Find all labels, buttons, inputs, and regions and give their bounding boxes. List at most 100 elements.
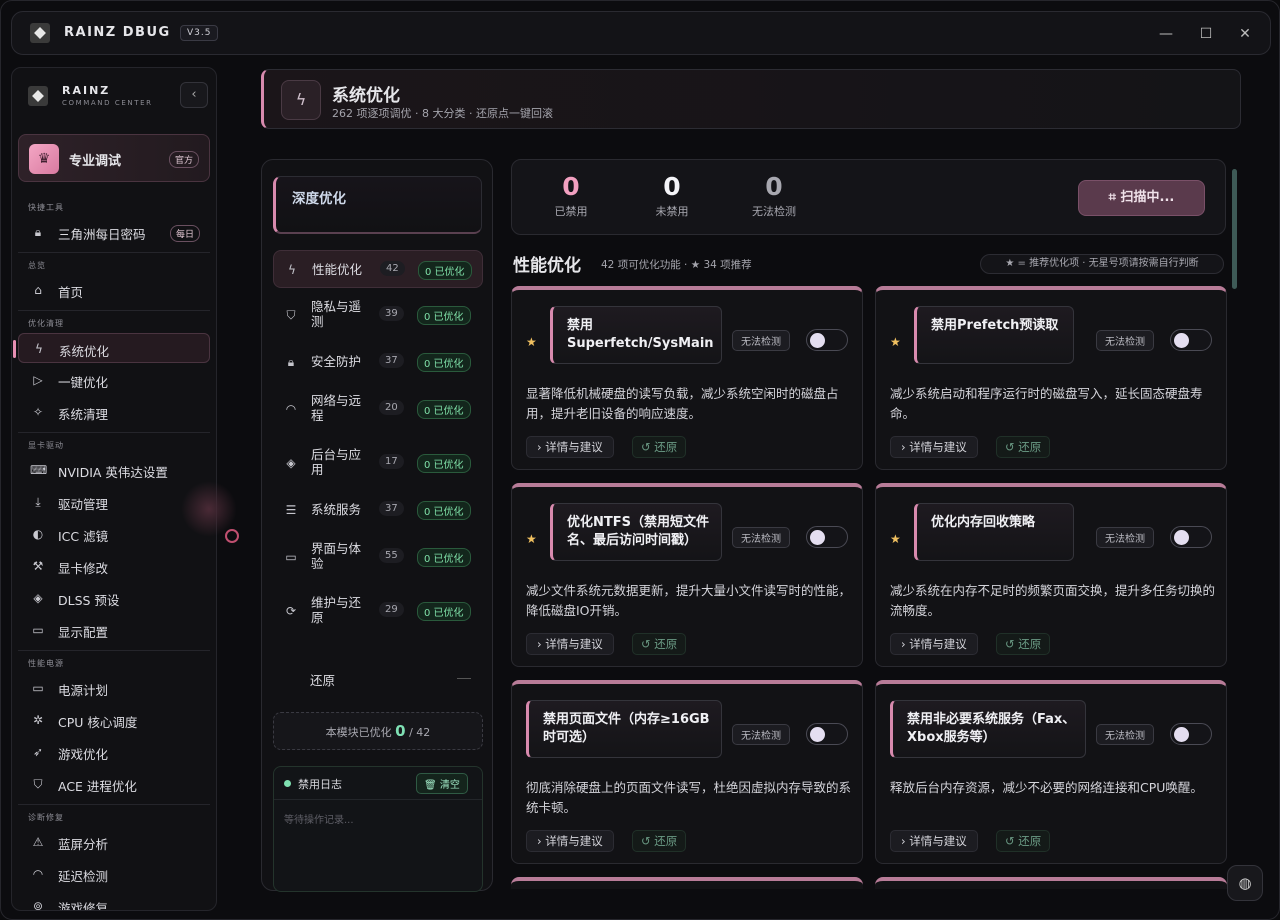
sidebar-item-label: 延迟检测 — [58, 869, 109, 884]
cpu-icon: ✲ — [32, 713, 44, 727]
restore-button[interactable]: ↺ 还原 — [632, 436, 687, 458]
details-button[interactable]: › 详情与建议 — [526, 830, 614, 852]
option-title: 禁用非必要系统服务（Fax、Xbox服务等） — [890, 700, 1086, 758]
option-title: 禁用 Superfetch/SysMain — [550, 306, 722, 364]
details-button[interactable]: › 详情与建议 — [526, 633, 614, 655]
sidebar-item-home[interactable]: ⌂ 首页 — [18, 275, 210, 305]
sidebar-item-label: ACE 进程优化 — [58, 779, 137, 794]
undo-icon: ↺ — [1005, 637, 1015, 651]
chevron-right-icon: › — [901, 637, 906, 651]
sidebar-item-cpu-sched[interactable]: ✲ CPU 核心调度 — [18, 705, 210, 735]
undo-icon: ↺ — [1005, 440, 1015, 454]
module-summary: 本模块已优化 0 / 42 — [273, 712, 483, 750]
sparkle-icon: ✧ — [32, 405, 44, 419]
title-bar: RAINZ DBUG V3.5 — ☐ ✕ — [11, 11, 1271, 55]
restore-button[interactable]: ↺ 还原 — [996, 436, 1051, 458]
sidebar-item-label: DLSS 预设 — [58, 593, 120, 608]
sidebar-item-bsod[interactable]: ⚠ 蓝屏分析 — [18, 827, 210, 857]
section-power: 性能电源 — [28, 659, 64, 668]
category-item-services[interactable]: ☰ 系统服务 37 0 已优化 — [273, 491, 483, 529]
theme-palette-button[interactable]: ◍ — [1227, 865, 1263, 901]
option-toggle[interactable] — [806, 329, 848, 351]
category-item-ui[interactable]: ▭ 界面与体验 55 0 已优化 — [273, 538, 483, 576]
sidebar-item-ace[interactable]: ⛉ ACE 进程优化 — [18, 769, 210, 799]
category-item-network[interactable]: ◠ 网络与远程 20 0 已优化 — [273, 390, 483, 428]
sidebar-item-system-clean[interactable]: ✧ 系统清理 — [18, 397, 210, 427]
gauge-icon: ◠ — [32, 867, 44, 881]
category-count: 55 — [379, 548, 404, 563]
collapse-sidebar-button[interactable]: ‹ — [180, 82, 208, 108]
option-title: 优化内存回收策略 — [914, 503, 1074, 561]
sidebar-item-icc[interactable]: ◐ ICC 滤镜 — [18, 519, 210, 549]
page-header: ϟ 系统优化 262 项逐项调优 · 8 大分类 · 还原点一键回滚 — [261, 69, 1241, 129]
option-toggle[interactable] — [806, 526, 848, 548]
divider — [18, 650, 210, 651]
option-description: 显著降低机械硬盘的读写负载，减少系统空闲时的磁盘占用，提升老旧设备的响应速度。 — [526, 386, 839, 421]
category-label: 安全防护 — [311, 354, 362, 369]
content-scrollbar[interactable] — [1232, 169, 1237, 289]
option-toggle[interactable] — [1170, 723, 1212, 745]
category-item-restore[interactable]: 还原 — [310, 670, 335, 689]
sidebar-item-label: 一键优化 — [58, 375, 109, 390]
scan-icon: ⌗ — [1108, 190, 1116, 205]
category-label: 维护与还原 — [311, 595, 362, 625]
detect-status-badge: 无法检测 — [1096, 330, 1154, 351]
category-item-performance[interactable]: ϟ 性能优化 42 0 已优化 — [273, 250, 483, 288]
deep-optimize-tab[interactable]: 深度优化 — [273, 176, 482, 234]
sidebar-item-label: 显卡修改 — [58, 561, 109, 576]
sidebar-item-display[interactable]: ▭ 显示配置 — [18, 615, 210, 645]
pro-debug-label: 专业调试 — [69, 154, 122, 169]
close-icon[interactable]: ✕ — [1235, 24, 1255, 44]
option-toggle[interactable] — [806, 723, 848, 745]
restore-label: 还原 — [654, 834, 678, 848]
sidebar-item-nvidia[interactable]: ⌨ NVIDIA 英伟达设置 — [18, 455, 210, 485]
details-button[interactable]: › 详情与建议 — [890, 436, 978, 458]
category-item-maintenance[interactable]: ⟳ 维护与还原 29 0 已优化 — [273, 592, 483, 630]
disable-log-panel: 禁用日志 🗑︎ 清空 等待操作记录... — [273, 766, 483, 892]
crown-icon: ♛ — [29, 144, 59, 174]
sidebar-item-latency[interactable]: ◠ 延迟检测 — [18, 859, 210, 889]
monitor-icon: ▭ — [32, 623, 44, 637]
maximize-icon[interactable]: ☐ — [1196, 24, 1216, 44]
trash-icon: 🗑︎ — [424, 780, 437, 791]
rocket-icon: ➶ — [32, 745, 44, 759]
wrench-icon: ⚒ — [32, 559, 44, 573]
details-button[interactable]: › 详情与建议 — [890, 633, 978, 655]
star-icon: ★ — [890, 335, 901, 349]
sidebar-item-game-fix[interactable]: ⊚ 游戏修复 — [18, 891, 210, 910]
category-item-security[interactable]: 🔒︎ 安全防护 37 0 已优化 — [273, 343, 483, 381]
category-count: 29 — [379, 602, 404, 617]
option-toggle[interactable] — [1170, 329, 1212, 351]
layers-icon: ◈ — [33, 591, 43, 605]
chevron-right-icon: › — [537, 440, 542, 454]
warning-icon: ⚠ — [32, 835, 44, 849]
details-button[interactable]: › 详情与建议 — [890, 830, 978, 852]
sidebar-item-game-opt[interactable]: ➶ 游戏优化 — [18, 737, 210, 767]
restore-label: 还原 — [1018, 637, 1042, 651]
lightning-icon: ϟ — [281, 80, 321, 120]
sidebar-item-one-click[interactable]: ▷ 一键优化 — [18, 365, 210, 395]
restore-button[interactable]: ↺ 还原 — [996, 830, 1051, 852]
category-item-privacy[interactable]: ⛉ 隐私与遥测 39 0 已优化 — [273, 296, 483, 334]
restore-button[interactable]: ↺ 还原 — [632, 633, 687, 655]
shield-icon: ⛉ — [33, 777, 43, 791]
clear-log-label: 清空 — [439, 780, 460, 791]
clear-log-button[interactable]: 🗑︎ 清空 — [416, 773, 468, 794]
details-button[interactable]: › 详情与建议 — [526, 436, 614, 458]
restore-button[interactable]: ↺ 还原 — [996, 633, 1051, 655]
chevron-right-icon: › — [901, 834, 906, 848]
sidebar-item-gpu-mod[interactable]: ⚒ 显卡修改 — [18, 551, 210, 581]
restore-button[interactable]: ↺ 还原 — [632, 830, 687, 852]
option-toggle[interactable] — [1170, 526, 1212, 548]
undo-icon: ↺ — [641, 834, 651, 848]
sidebar-item-system-opt[interactable]: ϟ 系统优化 — [13, 333, 210, 363]
play-icon: ▷ — [33, 373, 43, 387]
category-label: 性能优化 — [312, 262, 363, 277]
sidebar-item-daily-code[interactable]: 🔒︎ 三角洲每日密码 每日 — [18, 217, 210, 247]
sidebar-item-power-plan[interactable]: ▭ 电源计划 — [18, 673, 210, 703]
sidebar-item-dlss[interactable]: ◈ DLSS 预设 — [18, 583, 210, 613]
scan-button[interactable]: ⌗ 扫描中... — [1078, 180, 1205, 216]
minimize-icon[interactable]: — — [1156, 24, 1176, 44]
pro-debug-button[interactable]: ♛ 专业调试 官方 — [18, 134, 210, 182]
category-item-background[interactable]: ◈ 后台与应用 17 0 已优化 — [273, 444, 483, 482]
